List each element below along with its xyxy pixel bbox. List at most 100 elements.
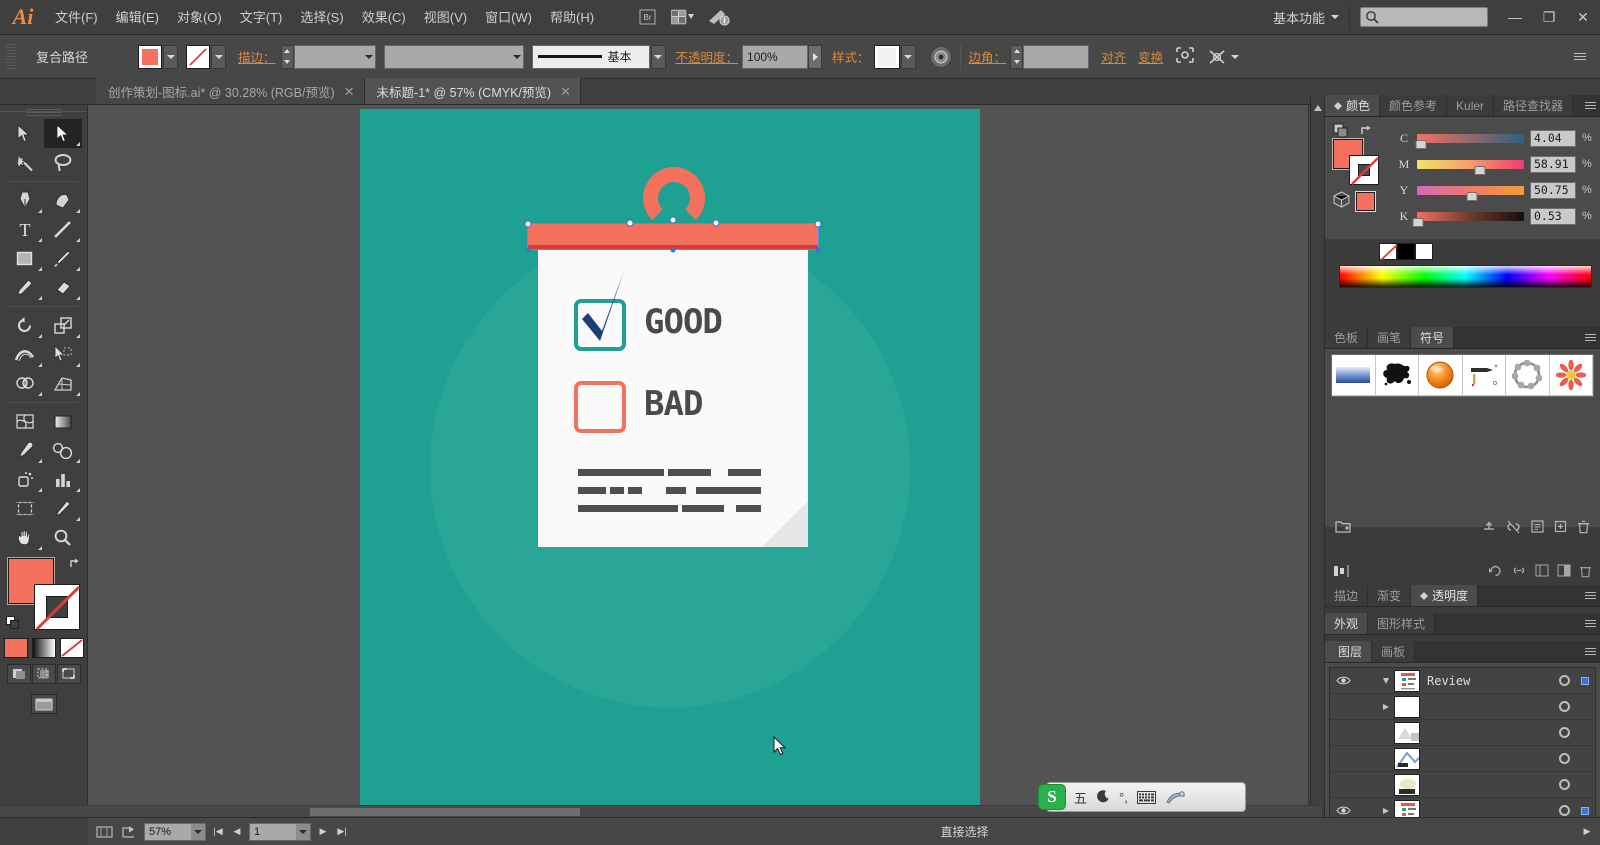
- disclosure-triangle-icon[interactable]: [1378, 677, 1394, 685]
- scale-tool[interactable]: [44, 311, 82, 340]
- status-menu-button[interactable]: ▶: [1580, 823, 1594, 841]
- rotate-tool[interactable]: [6, 311, 44, 340]
- value-y[interactable]: 50.75: [1530, 181, 1576, 199]
- menu-edit[interactable]: 编辑(E): [107, 0, 168, 35]
- fill-swatch[interactable]: [138, 44, 162, 69]
- artboard-number-combo[interactable]: 1: [249, 822, 311, 841]
- tab-stroke[interactable]: 描边: [1325, 585, 1369, 606]
- anchor-point[interactable]: [626, 219, 634, 227]
- toolbox-icon[interactable]: [1165, 790, 1185, 804]
- workspace-selector[interactable]: 基本功能: [1263, 5, 1349, 29]
- new-symbol-icon[interactable]: [1554, 520, 1567, 536]
- color-panel-menu-button[interactable]: [1580, 95, 1600, 116]
- value-c[interactable]: 4.04: [1530, 129, 1576, 147]
- tab-brushes[interactable]: 画笔: [1368, 327, 1412, 348]
- transform-button[interactable]: 变换: [1138, 47, 1163, 66]
- hand-tool[interactable]: [6, 523, 44, 552]
- tab-kuler[interactable]: Kuler: [1447, 95, 1495, 116]
- menu-window[interactable]: 窗口(W): [476, 0, 541, 35]
- dock-collapse-button[interactable]: [1311, 95, 1325, 817]
- gradient-tool[interactable]: [44, 407, 82, 436]
- symbol-sprayer-tool[interactable]: [6, 465, 44, 494]
- toolbox-grip[interactable]: [0, 105, 87, 119]
- selection-tool[interactable]: [6, 119, 44, 148]
- selection-indicator[interactable]: [1575, 806, 1595, 815]
- artboard-tool[interactable]: [6, 494, 44, 523]
- symbol-ink-splat[interactable]: [1375, 355, 1419, 396]
- menu-object[interactable]: 对象(O): [168, 0, 231, 35]
- moon-icon[interactable]: [1096, 790, 1110, 804]
- keyboard-icon[interactable]: [1136, 790, 1156, 804]
- stroke-color-proxy[interactable]: [33, 584, 80, 631]
- line-segment-tool[interactable]: [44, 215, 82, 244]
- disclosure-triangle-icon[interactable]: [1378, 807, 1394, 815]
- color-fill-stroke-proxy[interactable]: [1332, 138, 1379, 185]
- selection-indicator[interactable]: [1575, 676, 1595, 685]
- eraser-tool[interactable]: [44, 273, 82, 302]
- default-fill-stroke-icon[interactable]: [5, 616, 22, 632]
- document-tab-2[interactable]: 未标题-1* @ 57% (CMYK/预览) ✕: [364, 78, 581, 104]
- stroke-weight-stepper[interactable]: [280, 44, 294, 69]
- lasso-tool[interactable]: [44, 148, 82, 177]
- curvature-tool[interactable]: [44, 186, 82, 215]
- target-indicator[interactable]: [1553, 701, 1575, 712]
- eyedropper-tool[interactable]: [6, 436, 44, 465]
- ime-mode-label[interactable]: 五: [1074, 788, 1087, 807]
- slice-tool[interactable]: [44, 494, 82, 523]
- anchor-point[interactable]: [815, 247, 821, 253]
- anchor-point[interactable]: [669, 216, 677, 224]
- opacity-field[interactable]: 100%: [742, 44, 809, 69]
- graphic-style-swatch[interactable]: [873, 44, 900, 69]
- shape-builder-tool[interactable]: [6, 369, 44, 398]
- color-spectrum-ramp[interactable]: [1339, 265, 1592, 288]
- current-tool-status[interactable]: 直接选择: [354, 823, 1575, 840]
- link-icon[interactable]: [1511, 564, 1527, 580]
- slider-thumb-m[interactable]: [1474, 165, 1486, 175]
- color-stroke-swatch[interactable]: [1349, 155, 1379, 185]
- canvas-area[interactable]: GOOD BAD: [88, 105, 1322, 805]
- menu-view[interactable]: 视图(V): [415, 0, 476, 35]
- column-graph-tool[interactable]: [44, 465, 82, 494]
- shape-mode-button[interactable]: [1207, 48, 1240, 66]
- delete-icon[interactable]: [1579, 564, 1592, 581]
- draw-behind-button[interactable]: [31, 664, 56, 684]
- paintbrush-tool[interactable]: [44, 244, 82, 273]
- perspective-grid-tool[interactable]: [44, 369, 82, 398]
- target-indicator[interactable]: [1553, 727, 1575, 738]
- color-fill-button[interactable]: [3, 638, 28, 658]
- slider-track-y[interactable]: [1417, 185, 1524, 201]
- zoom-tool[interactable]: [44, 523, 82, 552]
- tab-swatches[interactable]: 色板: [1325, 327, 1369, 348]
- artboard[interactable]: GOOD BAD: [360, 109, 980, 805]
- bad-checkbox[interactable]: [574, 381, 626, 433]
- place-symbol-instance-icon[interactable]: [1482, 520, 1496, 537]
- brush-dropdown[interactable]: [650, 44, 666, 69]
- stock-icon[interactable]: [706, 5, 732, 29]
- share-icon[interactable]: [119, 823, 139, 841]
- layers-panel-menu-button[interactable]: [1580, 641, 1600, 662]
- tab-appearance[interactable]: 外观: [1325, 613, 1369, 634]
- arrange-documents-icon[interactable]: [670, 5, 696, 29]
- magic-wand-tool[interactable]: [6, 148, 44, 177]
- menu-select[interactable]: 选择(S): [291, 0, 352, 35]
- menu-type[interactable]: 文字(T): [231, 0, 292, 35]
- pen-tool[interactable]: [6, 186, 44, 215]
- tab-pathfinder[interactable]: 路径查找器: [1494, 95, 1574, 116]
- symbols-panel-menu-button[interactable]: [1580, 327, 1600, 348]
- zoom-level-combo[interactable]: 57%: [144, 822, 206, 841]
- symbol-pencil[interactable]: [1462, 355, 1506, 396]
- tab-color-guide[interactable]: 颜色参考: [1380, 95, 1448, 116]
- eye-icon[interactable]: [1330, 805, 1356, 816]
- first-artboard-button[interactable]: |◀: [211, 823, 225, 841]
- slider-thumb-k[interactable]: [1412, 217, 1424, 227]
- panel-column-icon[interactable]: [1535, 564, 1549, 580]
- sogou-logo-icon[interactable]: S: [1039, 785, 1065, 809]
- stroke-dropdown[interactable]: [211, 44, 226, 69]
- graphic-style-dropdown[interactable]: [900, 44, 916, 69]
- control-bar-grip[interactable]: [6, 43, 16, 70]
- symbol-libraries-icon[interactable]: [1335, 520, 1351, 537]
- anchor-point[interactable]: [814, 220, 822, 228]
- gradient-fill-button[interactable]: [31, 638, 56, 658]
- tab-layers[interactable]: 图层: [1325, 641, 1373, 662]
- slider-track-m[interactable]: [1417, 159, 1524, 175]
